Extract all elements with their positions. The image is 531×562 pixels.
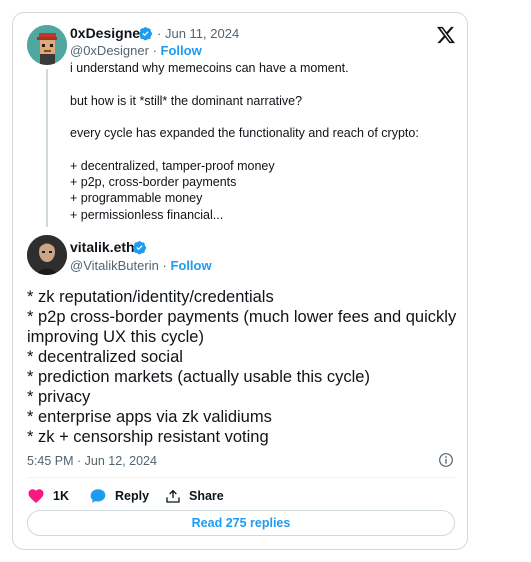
avatar-vitalik[interactable] (27, 235, 67, 275)
share-label: Share (189, 489, 224, 503)
quoted-date-row[interactable]: · Jun 11, 2024 (157, 26, 239, 41)
follow-button-vitalik[interactable]: Follow (170, 258, 211, 273)
reply-author-name[interactable]: vitalik.eth (70, 239, 135, 255)
separator-dot: · (162, 258, 167, 273)
reply-label: Reply (115, 489, 150, 503)
tweet-timestamp[interactable]: 5:45 PM · Jun 12, 2024 (27, 454, 157, 468)
quoted-handle-row: @0xDesigner · Follow (70, 43, 202, 58)
quoted-line: every cycle has expanded the functionali… (70, 126, 419, 141)
quoted-line (70, 76, 450, 92)
divider (27, 477, 455, 478)
quoted-line (70, 109, 450, 125)
quoted-handle[interactable]: @0xDesigner (70, 43, 149, 58)
separator-dot: · (152, 43, 157, 58)
reply-tweet-text[interactable]: * zk reputation/identity/credentials * p… (27, 287, 457, 447)
separator-dot: · (157, 26, 162, 41)
quoted-line: + permissionless financial... (70, 207, 224, 222)
verified-badge-icon (132, 241, 147, 255)
quoted-line: + programmable money (70, 191, 203, 206)
quoted-tweet-text[interactable]: i understand why memecoins can have a mo… (70, 60, 450, 223)
pixel-avatar-icon (27, 25, 67, 65)
reply-line: * prediction markets (actually usable th… (27, 368, 370, 386)
reply-line: * zk reputation/identity/credentials (27, 288, 274, 306)
x-logo-icon[interactable] (436, 25, 456, 45)
verified-badge-icon (138, 27, 153, 41)
read-replies-button[interactable]: Read 275 replies (27, 510, 455, 536)
quoted-line (70, 141, 450, 157)
profile-photo-icon (27, 235, 67, 275)
reply-handle-row: @VitalikButerin · Follow (70, 258, 212, 273)
quoted-line: + decentralized, tamper-proof money (70, 158, 275, 173)
follow-button-0xdesigner[interactable]: Follow (161, 43, 202, 58)
reply-line: * enterprise apps via zk validiums (27, 408, 272, 426)
quoted-line: i understand why memecoins can have a mo… (70, 61, 349, 75)
reply-handle[interactable]: @VitalikButerin (70, 258, 159, 273)
reply-line: * p2p cross-border payments (much lower … (27, 308, 457, 346)
reply-line: * zk + censorship resistant voting (27, 428, 269, 446)
like-count: 1K (53, 489, 69, 503)
like-button[interactable]: 1K (27, 487, 69, 505)
quoted-line: but how is it *still* the dominant narra… (70, 93, 303, 108)
quoted-date[interactable]: Jun 11, 2024 (165, 26, 239, 41)
avatar-0xdesigner[interactable] (27, 25, 67, 65)
embedded-tweet-card: 0xDesigner · Jun 11, 2024 @0xDesigner · … (12, 12, 468, 550)
quoted-author-name[interactable]: 0xDesigner (70, 25, 145, 41)
share-button[interactable]: Share (165, 487, 224, 505)
info-icon[interactable] (438, 452, 454, 468)
quoted-line: + p2p, cross-border payments (70, 175, 237, 190)
heart-icon (28, 489, 44, 503)
thread-connector-line (46, 69, 48, 227)
reply-line: * decentralized social (27, 348, 183, 366)
reply-button[interactable]: Reply (89, 487, 149, 505)
reply-line: * privacy (27, 388, 91, 406)
share-icon (166, 489, 180, 503)
reply-bubble-icon (90, 489, 106, 503)
